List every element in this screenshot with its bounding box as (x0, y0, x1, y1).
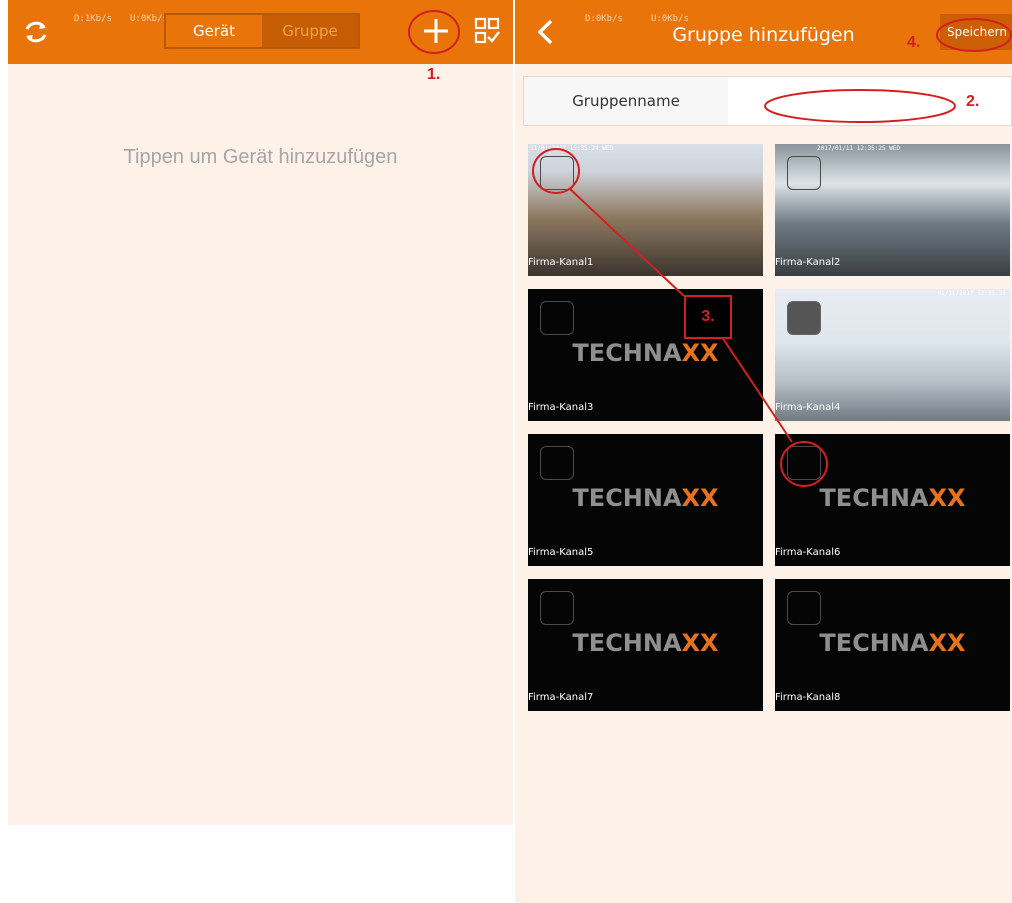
channel-name: Firma-Kanal5 (528, 547, 594, 558)
add-device-hint[interactable]: Tippen um Gerät hinzuzufügen (8, 146, 513, 169)
upload-speed: U:0Kb/s (651, 14, 689, 24)
tab-group[interactable]: Gruppe (262, 15, 358, 47)
download-speed: D:0Kb/s (585, 14, 623, 24)
device-list-screen: D:1Kb/s U:0Kb/s Gerät Gruppe Tippen um G… (8, 0, 513, 825)
channel-name: Firma-Kanal8 (775, 692, 841, 703)
channel-tile[interactable]: TECHNAXX Firma-Kanal8 (775, 579, 1010, 711)
annotation-lines-3 (532, 148, 828, 487)
annotation-circle-1 (408, 10, 460, 54)
grid-check-icon[interactable] (474, 17, 500, 45)
channel-checkbox[interactable] (787, 591, 821, 625)
tile-timestamp: 01/11/2017 12:35:35 (937, 290, 1006, 297)
channel-name: Firma-Kanal6 (775, 547, 841, 558)
annotation-box-3: 3. (684, 295, 732, 339)
upload-speed: U:0Kb/s (130, 14, 168, 24)
channel-tile[interactable]: TECHNAXX Firma-Kanal7 (528, 579, 763, 711)
technaxx-logo: TECHNAXX (819, 629, 966, 657)
technaxx-logo: TECHNAXX (572, 629, 719, 657)
group-name-label: Gruppenname (524, 77, 728, 125)
tab-device[interactable]: Gerät (166, 15, 262, 47)
annotation-ellipse-2 (764, 89, 956, 123)
channel-name: Firma-Kanal7 (528, 692, 594, 703)
annotation-step-1: 1. (427, 66, 441, 83)
tab-switcher: Gerät Gruppe (164, 13, 360, 49)
annotation-ellipse-4 (936, 18, 1012, 52)
annotation-step-4: 4. (907, 34, 921, 51)
annotation-step-2: 2. (966, 93, 980, 110)
download-speed: D:1Kb/s (74, 14, 112, 24)
annotation-step-3: 3. (701, 308, 715, 325)
refresh-icon[interactable] (22, 18, 50, 46)
channel-checkbox[interactable] (540, 591, 574, 625)
